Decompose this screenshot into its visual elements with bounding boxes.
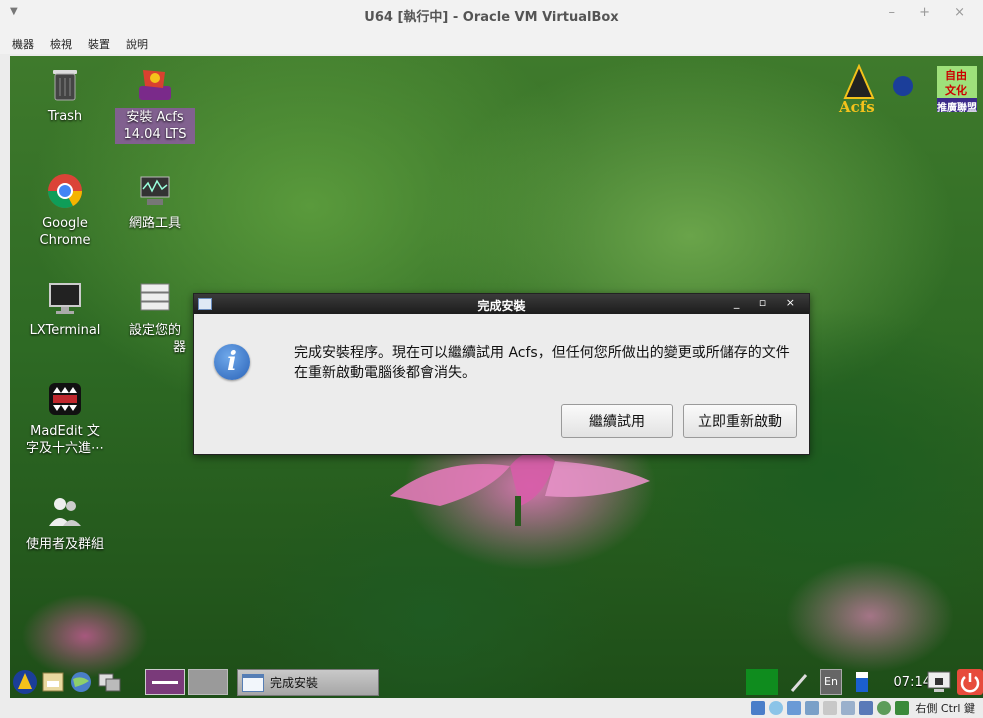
menu-machine[interactable]: 機器 xyxy=(12,36,34,52)
host-key-label: 右側 Ctrl 鍵 xyxy=(915,702,975,715)
web-browser-icon[interactable] xyxy=(69,669,93,695)
desktop-icon-trash[interactable]: Trash xyxy=(20,64,110,125)
host-titlebar: ▼ U64 [執行中] - Oracle VM VirtualBox – + × xyxy=(0,0,983,34)
dialog-window-controls[interactable]: _ ▫ × xyxy=(734,296,803,309)
vm-taskbar: 完成安裝 En 07:14 xyxy=(10,666,983,698)
desktop-icon-label: Google Chrome xyxy=(39,216,91,248)
dialog-titlebar[interactable]: 完成安裝 _ ▫ × xyxy=(194,294,809,314)
volume-icon[interactable] xyxy=(852,669,872,695)
taskbar-window-button[interactable]: 完成安裝 xyxy=(237,669,379,696)
workspace-2[interactable] xyxy=(188,669,228,695)
host-window-controls[interactable]: – + × xyxy=(888,5,975,20)
desktop-icon-label: 使用者及群組 xyxy=(25,537,104,552)
host-statusbar: 右側 Ctrl 鍵 xyxy=(0,698,983,718)
audio-icon[interactable] xyxy=(787,701,802,715)
dialog-message: 完成安裝程序。現在可以繼續試用 Acfs，但任何您所做出的變更或所儲存的文件在重… xyxy=(294,345,790,381)
network-icon[interactable] xyxy=(805,701,820,715)
workspace-1[interactable] xyxy=(145,669,185,695)
status-icon-tray: 右側 Ctrl 鍵 xyxy=(751,700,975,716)
cpu-monitor[interactable] xyxy=(746,669,778,695)
window-thumbnail-icon xyxy=(242,673,264,692)
video-capture-icon[interactable] xyxy=(859,701,874,715)
start-menu-icon[interactable] xyxy=(12,669,38,695)
network-tools-icon xyxy=(140,176,170,205)
dialog-title: 完成安裝 xyxy=(477,299,526,313)
installer-icon xyxy=(139,70,171,100)
desktop-icon-label: 安裝 Acfs 14.04 LTS xyxy=(115,108,195,144)
display-icon[interactable] xyxy=(841,701,856,715)
power-icon[interactable] xyxy=(957,669,983,695)
dialog-button-row: 繼續試用 立即重新啟動 xyxy=(561,404,797,438)
desktop-switcher-icon[interactable] xyxy=(97,669,123,695)
host-window-title: U64 [執行中] - Oracle VM VirtualBox xyxy=(364,10,619,25)
terminal-icon xyxy=(49,283,81,314)
logo-text-culture: 文化 xyxy=(945,84,967,97)
desktop-icon-label: Trash xyxy=(47,109,83,124)
input-method-indicator[interactable]: En xyxy=(820,669,842,695)
menu-devices[interactable]: 裝置 xyxy=(88,36,110,52)
chrome-icon xyxy=(48,174,82,208)
acfs-logo-text: Acfs xyxy=(839,98,875,116)
vm-desktop[interactable]: Trash 安裝 Acfs 14.04 LTS Google Chrome 網路… xyxy=(10,56,983,698)
server-icon xyxy=(140,283,170,311)
desktop-icon-label: 網路工具 xyxy=(128,216,181,231)
desktop-icon-google-chrome[interactable]: Google Chrome xyxy=(20,171,110,249)
trash-icon xyxy=(53,70,77,101)
restart-now-button[interactable]: 立即重新啟動 xyxy=(683,404,797,438)
host-menubar: 機器 檢視 裝置 說明 xyxy=(0,34,983,54)
desktop-icon-label: 設定您的 xyxy=(128,323,181,338)
madedit-icon xyxy=(49,383,81,415)
pin-icon[interactable] xyxy=(788,669,810,695)
lock-screen-icon[interactable] xyxy=(926,669,952,695)
desktop-icon-label: LXTerminal xyxy=(29,323,101,338)
menu-view[interactable]: 檢視 xyxy=(50,36,72,52)
desktop-icon-install-acfs[interactable]: 安裝 Acfs 14.04 LTS xyxy=(110,64,200,144)
info-icon: i xyxy=(214,344,250,380)
acfs-logo: Acfs 自由 文化 推廣聯盟 xyxy=(829,63,979,124)
desktop-icon-users-groups[interactable]: 使用者及群組 xyxy=(20,492,110,553)
hard-disk-icon[interactable] xyxy=(751,701,766,715)
taskbar-window-label: 完成安裝 xyxy=(270,676,319,690)
shared-folder-icon[interactable] xyxy=(823,701,838,715)
continue-trying-button[interactable]: 繼續試用 xyxy=(561,404,673,438)
logo-text-alliance: 推廣聯盟 xyxy=(937,103,977,114)
desktop-icon-label-line2: 器 xyxy=(172,340,186,355)
desktop-icon-label-line2: 字及十六進⋯ xyxy=(25,441,104,456)
logo-text-free: 自由 xyxy=(945,69,967,82)
usb-icon[interactable] xyxy=(877,701,892,715)
menu-help[interactable]: 說明 xyxy=(126,36,148,52)
mouse-integration-icon[interactable] xyxy=(895,701,910,715)
desktop-icon-label: MadEdit 文 xyxy=(30,424,100,439)
desktop-icon-server-settings[interactable]: 設定您的 器 xyxy=(110,278,200,356)
optical-drive-icon[interactable] xyxy=(769,701,784,715)
install-complete-dialog: 完成安裝 _ ▫ × i 完成安裝程序。現在可以繼續試用 Acfs，但任何您所做… xyxy=(193,293,810,455)
desktop-icon-lxterminal[interactable]: LXTerminal xyxy=(20,278,110,339)
file-manager-icon[interactable] xyxy=(41,669,65,695)
desktop-icon-madedit[interactable]: MadEdit 文 字及十六進⋯ xyxy=(20,379,110,457)
users-groups-icon xyxy=(49,498,81,526)
desktop-icon-network-tools[interactable]: 網路工具 xyxy=(110,171,200,232)
